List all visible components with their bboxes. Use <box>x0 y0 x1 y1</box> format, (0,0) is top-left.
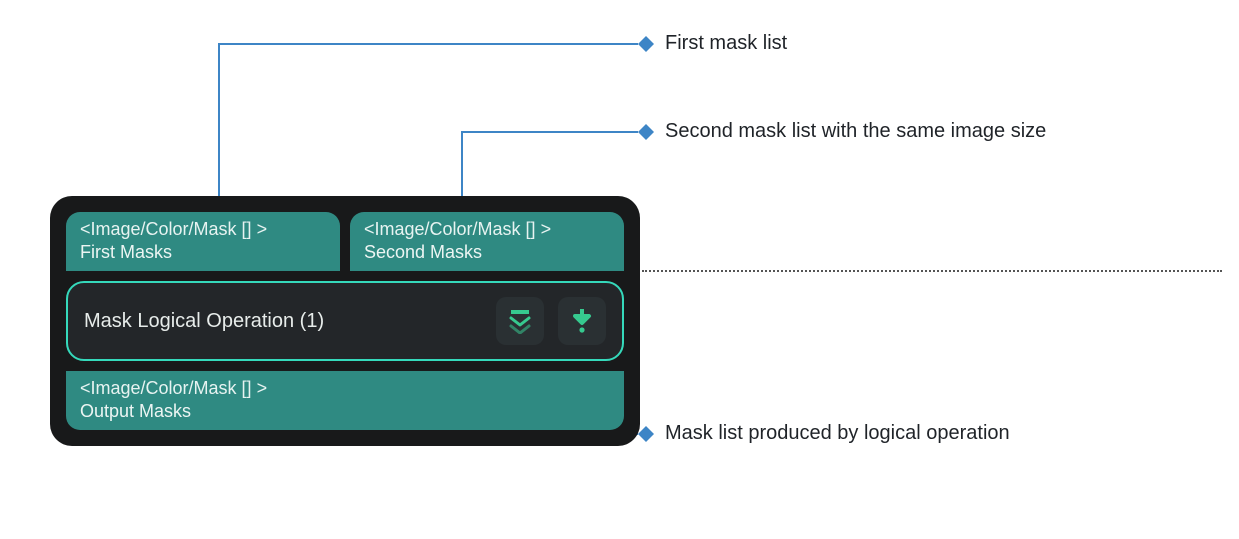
output-ports-row: <Image/Color/Mask [] > Output Masks <box>66 371 624 430</box>
port-name-label: Second Masks <box>364 241 610 264</box>
port-name-label: First Masks <box>80 241 326 264</box>
port-name-label: Output Masks <box>80 400 610 423</box>
exec-arrow-icon <box>569 308 595 334</box>
mask-logical-operation-node[interactable]: <Image/Color/Mask [] > First Masks <Imag… <box>50 196 640 446</box>
annotation-first-mask: First mask list <box>665 32 787 55</box>
port-type-label: <Image/Color/Mask [] > <box>80 218 326 241</box>
node-title: Mask Logical Operation (1) <box>84 310 482 333</box>
expand-down-icon <box>507 308 533 334</box>
port-type-label: <Image/Color/Mask [] > <box>80 377 610 400</box>
annotation-second-mask: Second mask list with the same image siz… <box>665 120 1046 143</box>
node-body[interactable]: Mask Logical Operation (1) <box>66 281 624 361</box>
port-type-label: <Image/Color/Mask [] > <box>364 218 610 241</box>
exec-button[interactable] <box>558 297 606 345</box>
expand-down-button[interactable] <box>496 297 544 345</box>
input-port-first-masks[interactable]: <Image/Color/Mask [] > First Masks <box>66 212 340 271</box>
input-port-second-masks[interactable]: <Image/Color/Mask [] > Second Masks <box>350 212 624 271</box>
output-port-output-masks[interactable]: <Image/Color/Mask [] > Output Masks <box>66 371 624 430</box>
section-divider <box>642 270 1222 272</box>
annotation-output-mask: Mask list produced by logical operation <box>665 422 1010 445</box>
input-ports-row: <Image/Color/Mask [] > First Masks <Imag… <box>66 212 624 271</box>
